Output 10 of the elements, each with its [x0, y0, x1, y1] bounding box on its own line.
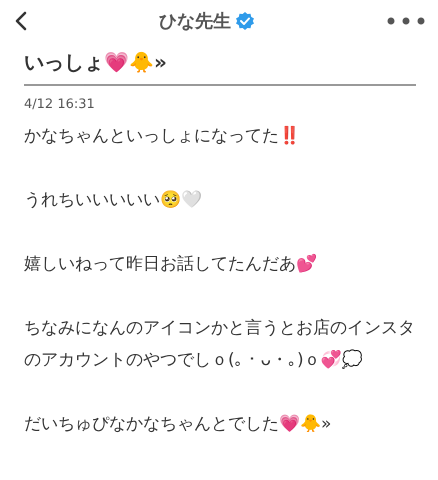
- post-paragraph: かなちゃんといっしょになってた‼: [24, 125, 301, 148]
- post-title: いっしょ💗🐥»: [24, 49, 168, 76]
- post-paragraph: うれちいいいいい🥺🤍: [24, 189, 203, 212]
- more-icon: [386, 17, 426, 25]
- post-paragraph: だいちゅぴなかなちゃんとでした💗🐥»: [24, 413, 332, 436]
- back-icon: [14, 11, 28, 31]
- post-paragraph: ちなみになんのアイコンかと言うとお店のインスタのアカウントのやつでしｏ(｡・ᴗ・｡)ｏ💞💭: [24, 317, 416, 372]
- post-paragraph: 嬉しいねって昨日お話してたんだあ💕: [24, 252, 318, 276]
- blog-author-name: ひな先生: [159, 10, 231, 33]
- post-date: 4/12 16:31: [24, 96, 96, 114]
